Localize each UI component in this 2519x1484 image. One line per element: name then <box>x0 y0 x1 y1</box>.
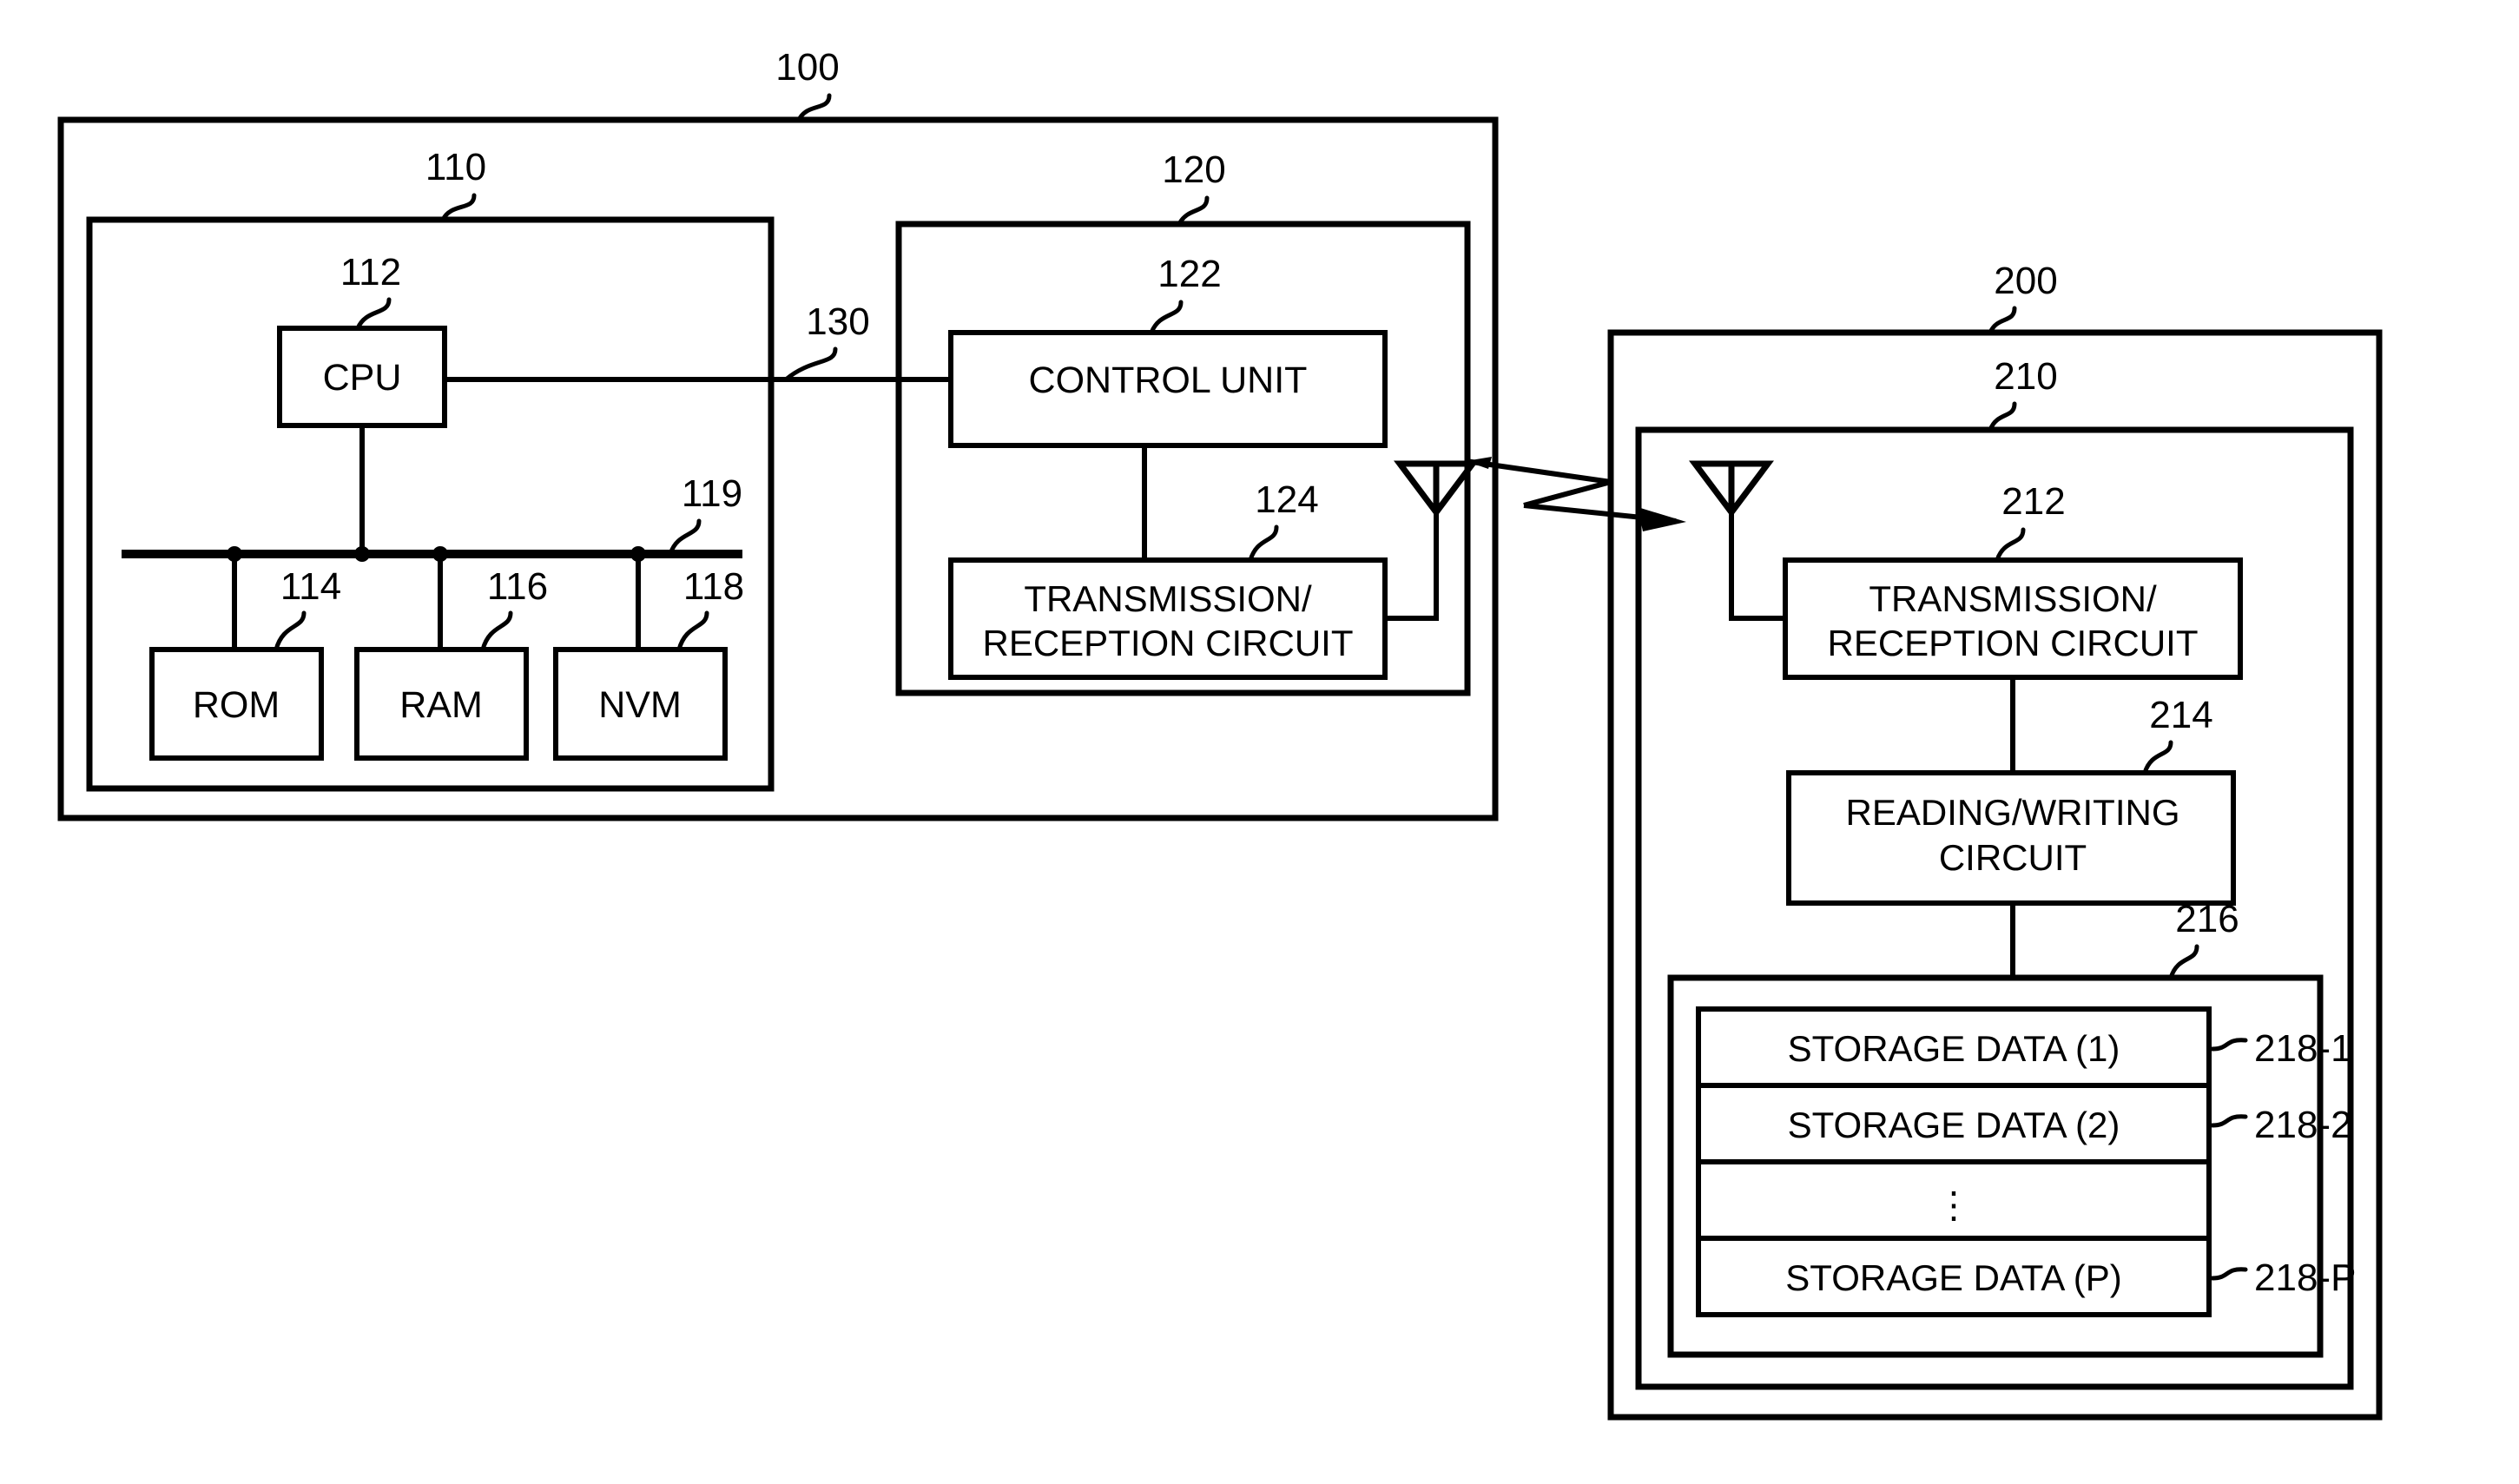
antenna-icon-tag <box>1689 460 1774 518</box>
storage-data-row-label: STORAGE DATA (1) <box>1788 1028 2120 1069</box>
read-write-label-line1: READING/WRITING <box>1846 792 2180 833</box>
storage-data-row-label: STORAGE DATA (P) <box>1785 1257 2121 1298</box>
leader-118 <box>676 610 709 652</box>
ref-label-130: 130 <box>806 300 869 343</box>
storage-data-ellipsis-label: ⋮ <box>1935 1184 1972 1225</box>
ref-label-120: 120 <box>1162 148 1225 191</box>
txrx-tag-label-line2: RECEPTION CIRCUIT <box>1827 623 2198 663</box>
ref-label-218-P: 218-P <box>2254 1256 2356 1299</box>
ref-label-210: 210 <box>1994 355 2057 398</box>
leader-114 <box>274 610 307 652</box>
storage-data-row-label: STORAGE DATA (2) <box>1788 1105 2120 1145</box>
leader-212 <box>1995 527 2026 563</box>
leader-218-2 <box>2210 1114 2248 1128</box>
leader-218-1 <box>2210 1038 2248 1052</box>
bidirectional-rf-arrow-icon <box>1465 457 1686 531</box>
rom-label: ROM <box>193 684 280 726</box>
leader-130 <box>783 346 838 382</box>
ref-label-216: 216 <box>2175 898 2239 940</box>
leader-122 <box>1149 300 1184 335</box>
leader-200 <box>1988 306 2017 335</box>
ref-label-214: 214 <box>2149 694 2212 736</box>
ref-label-100: 100 <box>775 46 839 89</box>
leader-116 <box>480 610 513 652</box>
ref-label-218-2: 218-2 <box>2254 1104 2352 1146</box>
figure-canvas: 100 110 CPU 112 130 119 ROM 114 RAM 116 … <box>0 0 2519 1484</box>
control-unit-label: CONTROL UNIT <box>1029 359 1308 401</box>
ref-label-124: 124 <box>1255 478 1318 521</box>
wire-txrx-to-antenna-host <box>1385 508 1439 621</box>
leader-210 <box>1988 401 2017 432</box>
leader-214 <box>2142 740 2173 775</box>
ref-label-212: 212 <box>2001 480 2065 523</box>
ref-label-218-1: 218-1 <box>2254 1027 2352 1070</box>
tag-inner-210-box <box>1635 426 2354 1390</box>
leader-119 <box>668 518 702 557</box>
ref-label-118: 118 <box>683 565 744 608</box>
txrx-host-label-line1: TRANSMISSION/ <box>1024 578 1312 619</box>
ref-label-110: 110 <box>425 146 486 188</box>
bus-junction-dot <box>354 546 370 562</box>
leader-112 <box>355 297 392 331</box>
leader-120 <box>1177 195 1210 227</box>
leader-124 <box>1248 524 1279 563</box>
ref-label-112: 112 <box>340 251 401 294</box>
leader-216 <box>2168 944 2199 980</box>
txrx-tag-label-line1: TRANSMISSION/ <box>1869 578 2157 619</box>
leader-218-P <box>2210 1267 2248 1281</box>
ref-label-122: 122 <box>1157 253 1221 295</box>
wire-antenna-to-txrx-tag <box>1729 511 1785 621</box>
txrx-host-label-line2: RECEPTION CIRCUIT <box>982 623 1353 663</box>
patent-diagram: 100 110 CPU 112 130 119 ROM 114 RAM 116 … <box>57 46 2383 1421</box>
leader-110 <box>440 193 477 222</box>
ref-label-114: 114 <box>280 565 341 608</box>
ref-label-119: 119 <box>682 472 742 515</box>
ram-label: RAM <box>399 684 483 726</box>
leader-100 <box>796 93 832 122</box>
read-write-label-line2: CIRCUIT <box>1939 837 2087 878</box>
ref-label-200: 200 <box>1994 260 2057 302</box>
ref-label-116: 116 <box>487 565 548 608</box>
cpu-label: CPU <box>323 357 402 399</box>
antenna-icon-host <box>1394 460 1479 518</box>
nvm-label: NVM <box>598 684 682 726</box>
